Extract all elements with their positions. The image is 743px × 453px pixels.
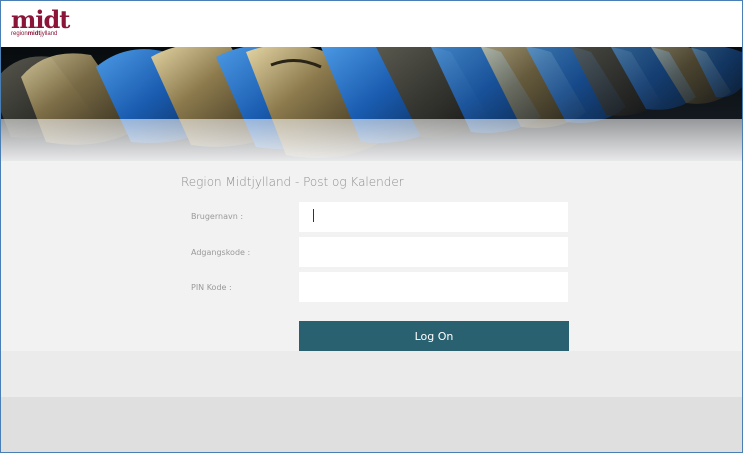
log-on-button[interactable]: Log On [299, 321, 569, 352]
username-label: Brugernavn : [191, 212, 244, 221]
header: midt regionmidtjylland [1, 1, 742, 47]
logo-subtitle-suffix: jylland [40, 31, 58, 37]
region-midt-logo: midt regionmidtjylland [11, 5, 70, 38]
logo-subtitle-prefix: region [11, 31, 28, 37]
keyboard-banner-image [1, 47, 742, 161]
pin-input[interactable] [299, 272, 568, 302]
logo-subtitle-bold: midt [27, 31, 41, 37]
text-cursor [313, 209, 314, 222]
logo-wordmark: midt [11, 5, 70, 34]
login-window: midt regionmidtjylland Region Midtjyllan… [0, 0, 743, 453]
form-title: Region Midtjylland - Post og Kalender [181, 175, 404, 189]
keyboard-keys-photo [1, 47, 742, 161]
footer-band-lower [1, 397, 742, 452]
footer-band-upper [1, 351, 742, 397]
username-input[interactable] [299, 202, 568, 232]
login-form-area: Region Midtjylland - Post og Kalender Br… [1, 161, 742, 352]
password-input[interactable] [299, 237, 568, 267]
pin-label: PIN Kode : [191, 283, 232, 292]
password-label: Adgangskode : [191, 248, 251, 257]
